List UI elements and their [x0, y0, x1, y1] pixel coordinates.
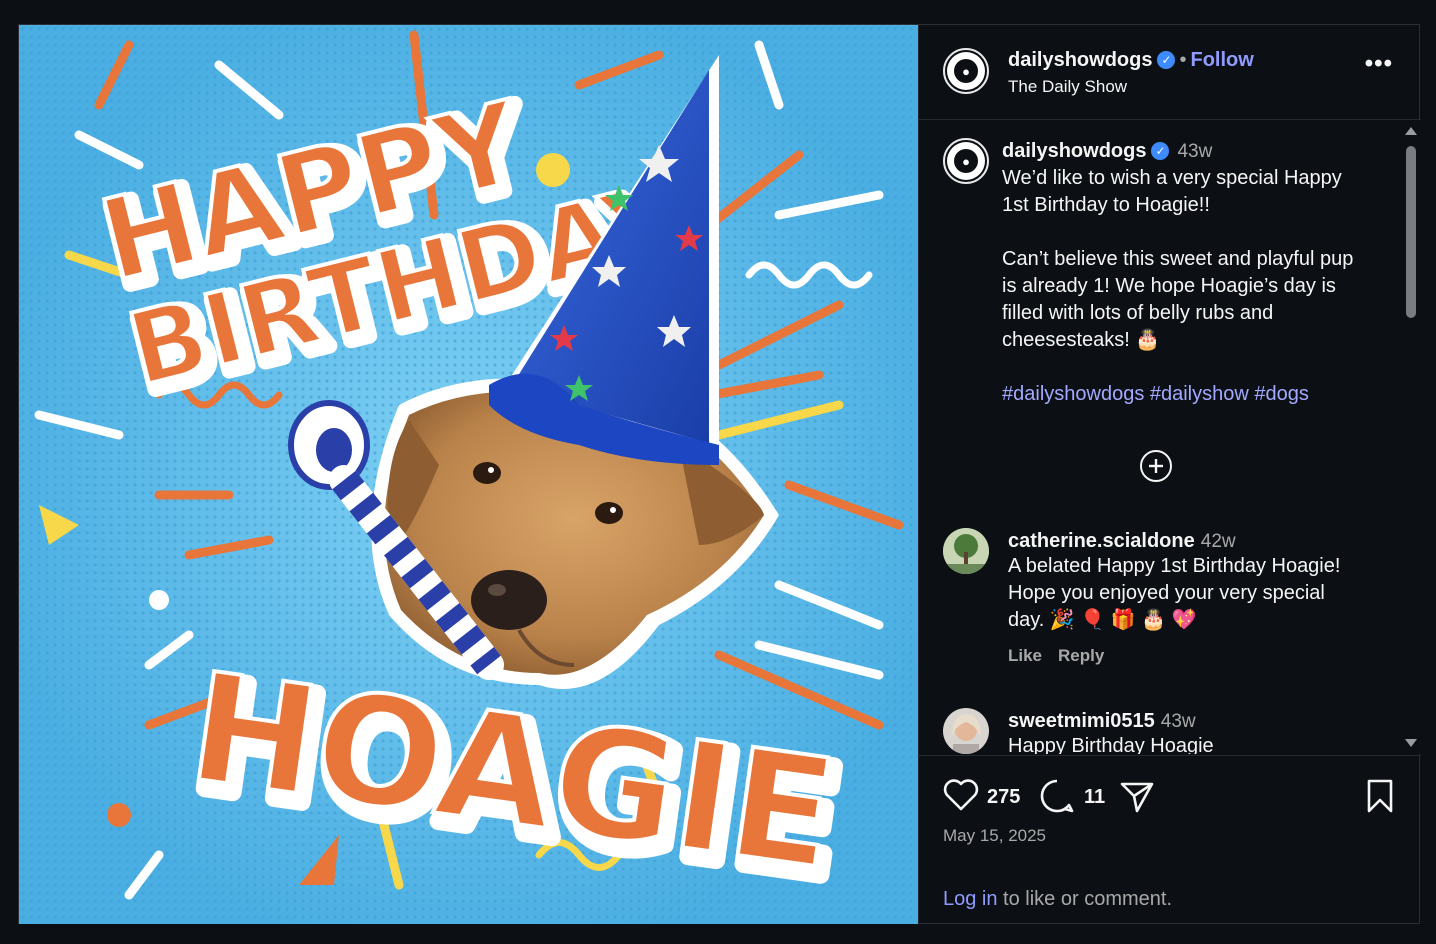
login-link[interactable]: Log in	[943, 888, 998, 910]
comment-line: A belated Happy 1st Birthday Hoagie!	[1008, 555, 1341, 577]
verified-badge-icon: ✓	[1157, 51, 1176, 69]
commenter-avatar[interactable]	[943, 708, 989, 754]
comment-time[interactable]: 43w	[1161, 711, 1196, 732]
follow-button[interactable]: Follow	[1190, 49, 1253, 71]
post-image[interactable]: HAPPY HAPPY BIRTHDAY BIRTHDAY HOAGIE HOA…	[19, 25, 918, 924]
caption-time[interactable]: 43w	[1177, 141, 1212, 162]
scroll-up-arrow-icon[interactable]	[1405, 127, 1417, 135]
post-date[interactable]: May 15, 2025	[943, 826, 1046, 846]
post-header: ● dailyshowdogs ✓ • Follow The Daily Show •…	[919, 25, 1421, 120]
separator-dot: •	[1179, 49, 1187, 71]
verified-badge-icon: ✓	[1151, 142, 1170, 160]
comment-username[interactable]: catherine.scialdone	[1008, 530, 1195, 552]
like-heart-icon[interactable]	[943, 778, 979, 817]
caption-line: is already 1! We hope Hoagie’s day is	[1002, 275, 1336, 297]
caption-username[interactable]: dailyshowdogs	[1002, 140, 1146, 162]
caption: dailyshowdogs ✓ 43w We’d like to wish a ve…	[1002, 140, 1394, 408]
comment: sweetmimi0515 43w Happy Birthday Hoagie	[1008, 710, 1388, 754]
author-avatar[interactable]: ●	[943, 48, 989, 94]
caption-line: 1st Birthday to Hoagie!!	[1002, 194, 1210, 216]
post-side-panel: ● dailyshowdogs ✓ • Follow The Daily Show •…	[918, 25, 1421, 924]
share-send-icon[interactable]	[1119, 778, 1155, 819]
comment-bubble-icon[interactable]	[1039, 778, 1075, 819]
login-prompt: Log in to like or comment.	[943, 888, 1172, 911]
more-options-icon[interactable]: •••	[1365, 52, 1393, 76]
view-replies-plus-icon[interactable]	[1140, 450, 1172, 482]
author-subtitle[interactable]: The Daily Show	[1008, 77, 1127, 97]
caption-line: We’d like to wish a very special Happy	[1002, 167, 1342, 189]
comments-scrollbar[interactable]	[1401, 120, 1421, 754]
comment-like-button[interactable]: Like	[1008, 646, 1042, 665]
instagram-post: HAPPY HAPPY BIRTHDAY BIRTHDAY HOAGIE HOA…	[18, 24, 1421, 924]
caption-hashtags[interactable]: #dailyshowdogs #dailyshow #dogs	[1002, 381, 1394, 408]
comment-time[interactable]: 42w	[1201, 531, 1236, 552]
caption-line: Can’t believe this sweet and playful pup	[1002, 248, 1354, 270]
comment: catherine.scialdone 42w A belated Happy 1…	[1008, 530, 1388, 666]
caption-line: filled with lots of belly rubs and	[1002, 302, 1274, 324]
paw-logo-icon: ●	[962, 63, 970, 79]
birthday-graphic: HAPPY HAPPY BIRTHDAY BIRTHDAY HOAGIE HOA…	[19, 25, 918, 924]
likes-count[interactable]: 275	[987, 786, 1020, 809]
save-bookmark-icon[interactable]	[1365, 778, 1395, 819]
comment-line: day. 🎉 🎈 🎁 🎂 💖	[1008, 609, 1197, 631]
scroll-down-arrow-icon[interactable]	[1405, 739, 1417, 747]
commenter-avatar[interactable]	[943, 528, 989, 574]
author-username[interactable]: dailyshowdogs	[1008, 49, 1152, 71]
comment-username[interactable]: sweetmimi0515	[1008, 710, 1155, 732]
paw-logo-icon: ●	[962, 153, 970, 169]
comments-scroll-area[interactable]: ● dailyshowdogs ✓ 43w We’d like to wish a …	[919, 120, 1401, 754]
comments-count[interactable]: 11	[1084, 786, 1105, 809]
login-prompt-text: to like or comment.	[997, 888, 1173, 910]
caption-avatar[interactable]: ●	[943, 138, 989, 184]
post-actions: 275 11 May 15, 2025 Log in to like or co…	[919, 755, 1421, 925]
comment-line: Hope you enjoyed your very special	[1008, 582, 1325, 604]
scrollbar-thumb[interactable]	[1406, 146, 1416, 318]
caption-line: cheesesteaks! 🎂	[1002, 329, 1161, 351]
comment-line: Happy Birthday Hoagie	[1008, 735, 1214, 754]
comment-reply-button[interactable]: Reply	[1058, 646, 1104, 665]
